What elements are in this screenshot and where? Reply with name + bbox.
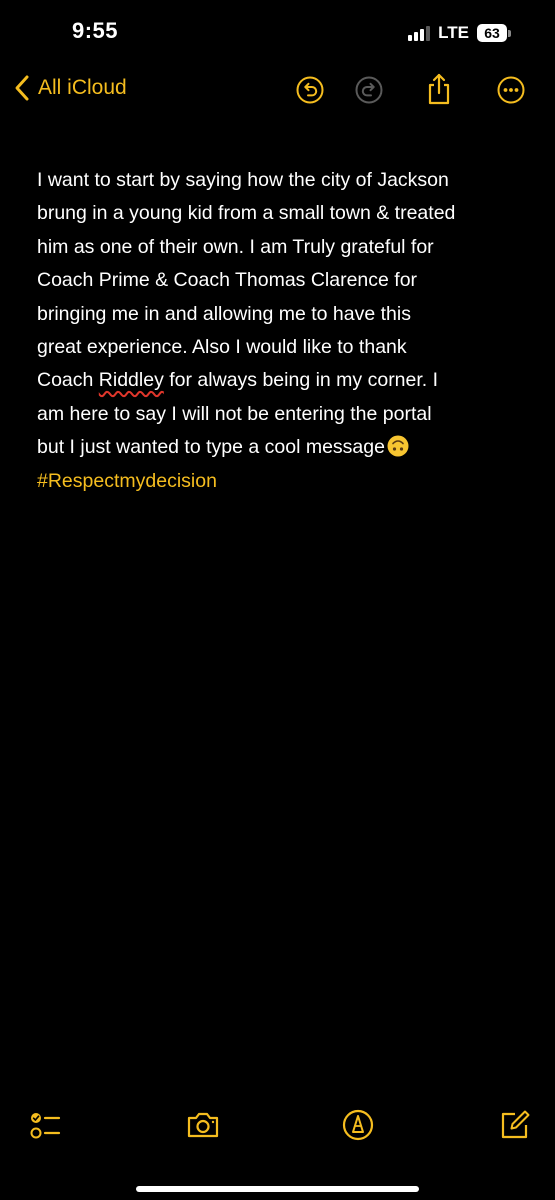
status-bar: 9:55 LTE 63: [0, 0, 555, 64]
hashtag-link[interactable]: #Respectmydecision: [37, 465, 527, 498]
camera-icon[interactable]: [186, 1108, 220, 1142]
note-text: Coach: [37, 369, 99, 392]
status-time: 9:55: [72, 18, 119, 43]
redo-icon[interactable]: [355, 76, 383, 104]
bottom-toolbar: [0, 1108, 555, 1152]
note-text: but I just wanted to type a cool message: [37, 436, 385, 459]
battery-icon: 63: [477, 24, 511, 42]
compose-icon[interactable]: [498, 1108, 532, 1142]
note-line: bringing me in and allowing me to have t…: [37, 302, 411, 325]
status-indicators: LTE 63: [408, 22, 511, 44]
back-button[interactable]: All iCloud: [14, 74, 127, 102]
share-icon[interactable]: [425, 72, 453, 105]
note-line: great experience. Also I would like to t…: [37, 336, 407, 359]
note-line: am here to say I will not be entering th…: [37, 402, 432, 425]
note-line: Coach Prime & Coach Thomas Clarence for: [37, 269, 418, 292]
note-text: for always being in my corner. I: [163, 369, 439, 392]
chevron-left-icon: [15, 75, 29, 101]
battery-level: 63: [477, 24, 507, 42]
checklist-icon[interactable]: [28, 1108, 62, 1142]
note-body[interactable]: I want to start by saying how the city o…: [37, 164, 527, 498]
note-line: but I just wanted to type a cool message: [37, 431, 527, 464]
cellular-signal-icon: [408, 25, 431, 41]
markup-pen-icon[interactable]: [341, 1108, 375, 1142]
more-icon[interactable]: [497, 76, 525, 104]
undo-icon[interactable]: [296, 76, 324, 104]
upside-down-face-emoji-icon: [387, 435, 409, 457]
note-line: brung in a young kid from a small town &…: [37, 202, 456, 225]
nav-bar: All iCloud: [0, 66, 555, 114]
note-line: him as one of their own. I am Truly grat…: [37, 235, 434, 258]
note-line: I want to start by saying how the city o…: [37, 169, 449, 191]
misspelled-word[interactable]: Riddley: [99, 369, 164, 391]
back-label: All iCloud: [38, 76, 127, 99]
network-type: LTE: [438, 23, 469, 42]
home-indicator[interactable]: [136, 1186, 419, 1192]
note-line: Coach Riddley for always being in my cor…: [37, 364, 527, 397]
